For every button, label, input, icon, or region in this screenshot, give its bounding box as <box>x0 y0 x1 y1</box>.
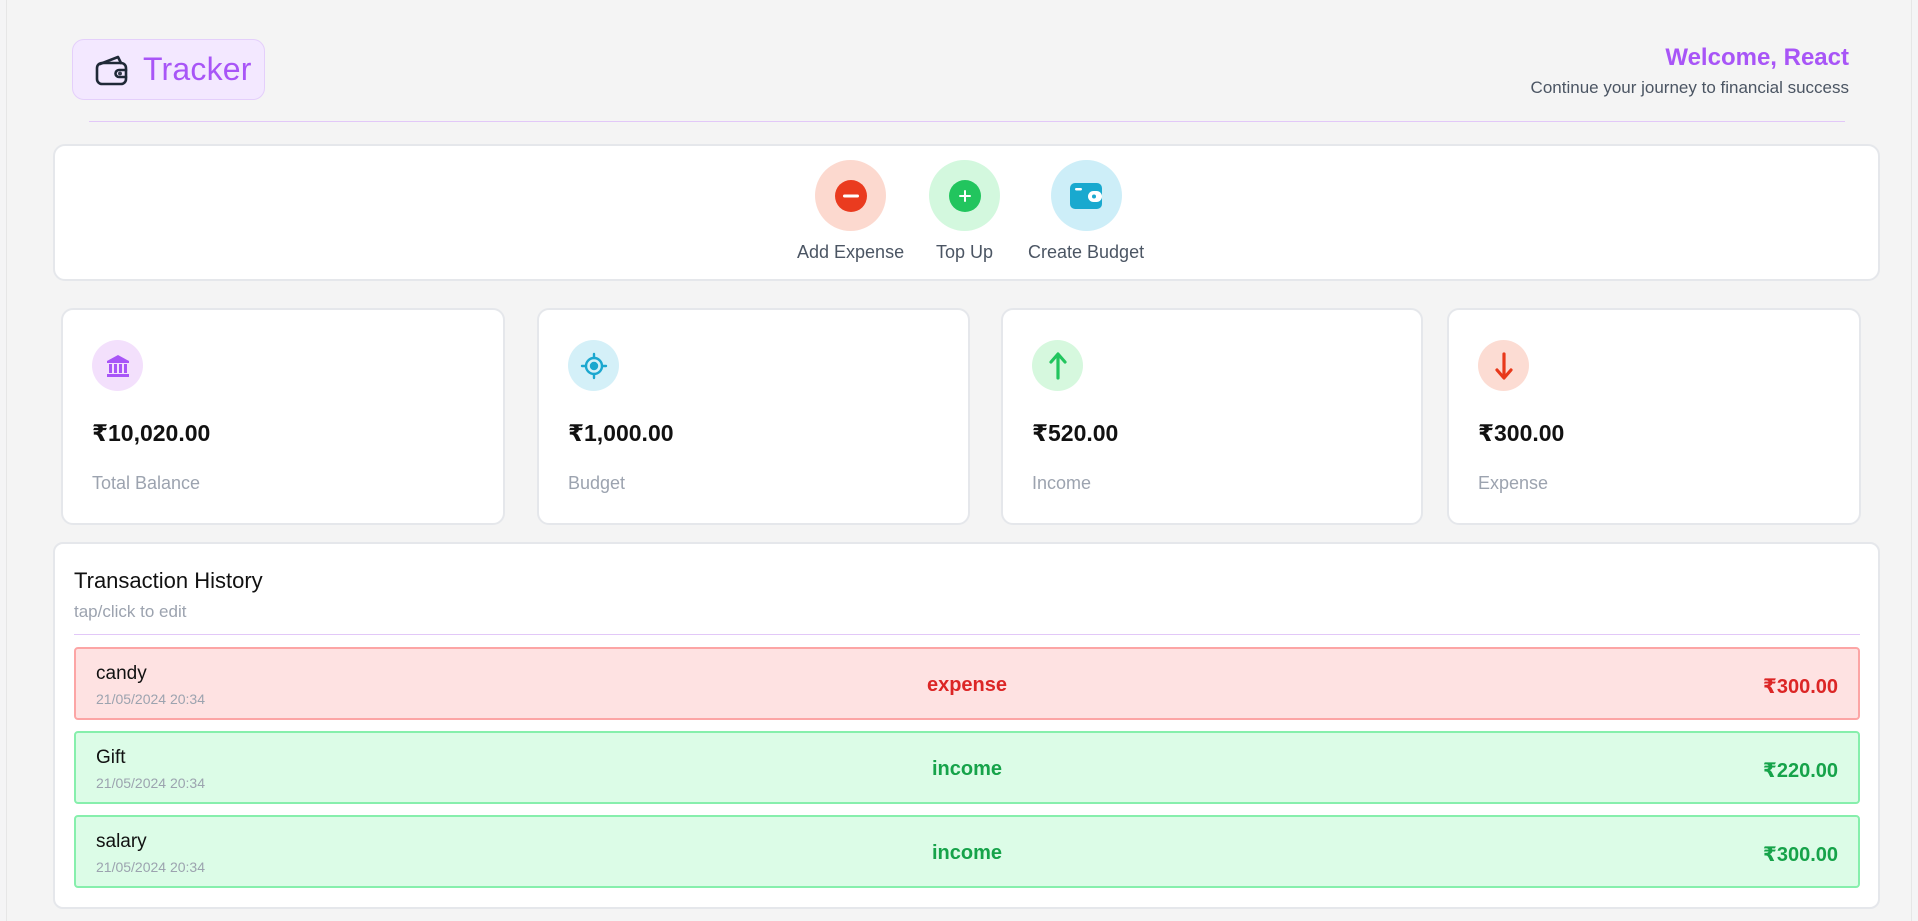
budget-card: ₹1,000.00 Budget <box>537 308 970 525</box>
expense-card: ₹300.00 Expense <box>1447 308 1861 525</box>
welcome-subtitle: Continue your journey to financial succe… <box>1530 78 1849 97</box>
app-frame: Tracker Welcome, React Continue your jou… <box>6 0 1912 921</box>
create-budget-label: Create Budget <box>1028 242 1145 262</box>
history-divider <box>74 634 1860 635</box>
transaction-amount: ₹300.00 <box>1762 676 1838 698</box>
total-balance-label: Total Balance <box>92 473 201 493</box>
welcome-title: Welcome, React <box>1665 44 1849 71</box>
transaction-row[interactable]: salary 21/05/2024 20:34 income ₹300.00 <box>74 815 1860 888</box>
arrow-up-icon <box>1032 340 1083 391</box>
expense-label: Expense <box>1478 473 1549 493</box>
total-balance-card: ₹10,020.00 Total Balance <box>61 308 505 525</box>
top-up-label: Top Up <box>935 242 994 262</box>
app-name: Tracker <box>143 51 252 87</box>
budget-label: Budget <box>568 473 626 493</box>
create-budget-button[interactable]: Create Budget <box>1028 160 1144 263</box>
bank-icon <box>92 340 143 391</box>
income-value: ₹520.00 <box>1032 420 1119 446</box>
quick-actions-panel: Add Expense Top Up Create Budget <box>53 144 1880 281</box>
target-icon <box>568 340 619 391</box>
arrow-down-icon <box>1478 340 1529 391</box>
budget-value: ₹1,000.00 <box>568 420 674 446</box>
income-label: Income <box>1032 473 1092 493</box>
minus-circle-icon <box>834 179 867 212</box>
transaction-type: income <box>931 758 1003 780</box>
transaction-history-hint: tap/click to edit <box>74 602 187 621</box>
transaction-type: expense <box>926 674 1008 696</box>
transaction-amount: ₹220.00 <box>1762 760 1838 782</box>
transaction-amount: ₹300.00 <box>1762 844 1838 866</box>
top-up-circle[interactable] <box>929 160 1000 231</box>
app-logo[interactable]: Tracker <box>72 39 265 100</box>
wallet-icon <box>1070 182 1103 209</box>
top-up-button[interactable]: Top Up <box>929 160 1000 263</box>
add-expense-button[interactable]: Add Expense <box>797 160 904 263</box>
total-balance-value: ₹10,020.00 <box>92 420 211 446</box>
plus-circle-icon <box>948 179 981 212</box>
welcome-block: Welcome, React Continue your journey to … <box>1531 43 1849 98</box>
header-divider <box>89 121 1845 122</box>
add-expense-circle[interactable] <box>815 160 887 231</box>
transaction-history-title: Transaction History <box>74 568 263 593</box>
transaction-type: income <box>931 842 1003 864</box>
expense-value: ₹300.00 <box>1478 420 1565 446</box>
create-budget-circle[interactable] <box>1050 160 1122 231</box>
transaction-list: candy 21/05/2024 20:34 expense ₹300.00 G… <box>74 647 1860 899</box>
transaction-history-panel: Transaction History tap/click to edit ca… <box>53 542 1880 909</box>
transaction-row[interactable]: Gift 21/05/2024 20:34 income ₹220.00 <box>74 731 1860 804</box>
wallet-icon <box>93 51 131 89</box>
transaction-row[interactable]: candy 21/05/2024 20:34 expense ₹300.00 <box>74 647 1860 720</box>
add-expense-label: Add Expense <box>797 242 905 262</box>
income-card: ₹520.00 Income <box>1001 308 1423 525</box>
